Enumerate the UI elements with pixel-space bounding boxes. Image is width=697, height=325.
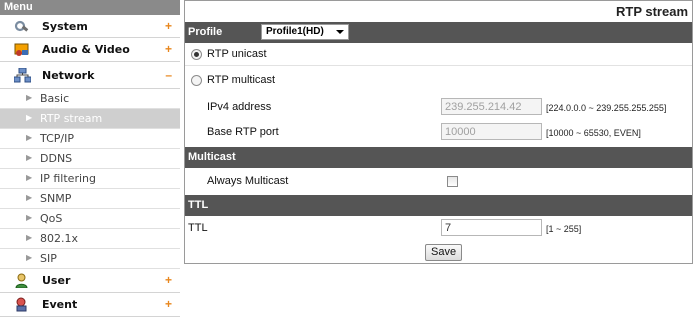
sidebar-category-user[interactable]: User + (0, 269, 180, 293)
audio-video-icon (14, 42, 29, 57)
sidebar-menu: Menu System + Audio & Video + Network – … (0, 0, 180, 325)
sidebar-item-tcp-ip[interactable]: ▶ TCP/IP (0, 129, 180, 149)
sidebar-item-label: 802.1x (40, 232, 79, 245)
sidebar-category-label: Audio & Video (42, 43, 130, 56)
unicast-row: RTP unicast (185, 43, 692, 65)
sidebar-item-label: Basic (40, 92, 70, 105)
sidebar-item-label: TCP/IP (40, 132, 74, 145)
collapse-minus-icon: – (165, 68, 172, 82)
sidebar-category-label: System (42, 20, 88, 33)
sidebar-item-qos[interactable]: ▶ QoS (0, 209, 180, 229)
sidebar-item-label: SIP (40, 252, 57, 265)
rtp-stream-panel: RTP stream Profile Profile1(HD) RTP unic… (184, 0, 693, 264)
ttl-row: TTL [1 ~ 255] (185, 217, 692, 239)
sidebar-item-label: QoS (40, 212, 63, 225)
sidebar-item-8021x[interactable]: ▶ 802.1x (0, 229, 180, 249)
sidebar-item-label: DDNS (40, 152, 73, 165)
sidebar-item-ip-filtering[interactable]: ▶ IP filtering (0, 169, 180, 189)
profile-select-value: Profile1(HD) (266, 26, 324, 37)
menu-header: Menu (0, 0, 180, 15)
expand-plus-icon: + (164, 273, 172, 287)
chevron-right-icon: ▶ (26, 153, 33, 162)
ttl-input[interactable] (441, 219, 542, 236)
multicast-section-header: Multicast (185, 147, 692, 168)
ttl-section-header: TTL (185, 195, 692, 216)
sidebar-item-label: SNMP (40, 192, 72, 205)
save-button[interactable]: Save (425, 244, 463, 261)
expand-plus-icon: + (164, 42, 172, 56)
base-rtp-port-input[interactable] (441, 123, 542, 140)
chevron-right-icon: ▶ (26, 93, 33, 102)
sidebar-item-ddns[interactable]: ▶ DDNS (0, 149, 180, 169)
sidebar-item-snmp[interactable]: ▶ SNMP (0, 189, 180, 209)
ipv4-range-hint: [224.0.0.0 ~ 239.255.255.255] (546, 103, 667, 113)
always-multicast-row: Always Multicast (185, 169, 692, 193)
sidebar-category-network[interactable]: Network – (0, 62, 180, 89)
rtp-multicast-label: RTP multicast (207, 74, 276, 86)
sidebar-item-rtp-stream[interactable]: ▶ RTP stream (0, 109, 180, 129)
system-gear-icon (14, 19, 29, 34)
sidebar-category-audio-video[interactable]: Audio & Video + (0, 38, 180, 62)
chevron-right-icon: ▶ (26, 173, 33, 182)
chevron-right-icon: ▶ (26, 133, 33, 142)
profile-select[interactable]: Profile1(HD) (261, 24, 349, 40)
sidebar-item-label: IP filtering (40, 172, 96, 185)
ttl-range-hint: [1 ~ 255] (546, 224, 582, 234)
sidebar-category-label: Network (42, 69, 95, 82)
chevron-right-icon: ▶ (26, 233, 33, 242)
profile-section-header: Profile Profile1(HD) (185, 22, 692, 43)
rtp-unicast-radio[interactable] (191, 49, 202, 60)
sidebar-item-sip[interactable]: ▶ SIP (0, 249, 180, 269)
ipv4-address-input[interactable] (441, 98, 542, 115)
chevron-right-icon: ▶ (26, 113, 33, 122)
rtp-multicast-radio[interactable] (191, 75, 202, 86)
sidebar-item-label: RTP stream (40, 112, 103, 125)
always-multicast-label: Always Multicast (207, 175, 289, 187)
ipv4-row: IPv4 address [224.0.0.0 ~ 239.255.255.25… (185, 96, 692, 118)
sidebar-category-system[interactable]: System + (0, 15, 180, 38)
profile-label: Profile (188, 26, 223, 38)
divider (185, 65, 692, 66)
always-multicast-checkbox[interactable] (447, 176, 458, 187)
chevron-right-icon: ▶ (26, 193, 33, 202)
user-icon (14, 273, 29, 289)
chevron-right-icon: ▶ (26, 253, 33, 262)
page-title: RTP stream (615, 4, 688, 19)
sidebar-item-basic[interactable]: ▶ Basic (0, 89, 180, 109)
rtp-unicast-label: RTP unicast (207, 48, 267, 60)
ipv4-address-label: IPv4 address (207, 101, 272, 113)
multicast-row: RTP multicast (185, 69, 692, 91)
sidebar-category-event[interactable]: Event + (0, 293, 180, 317)
network-icon (13, 67, 32, 83)
expand-plus-icon: + (164, 19, 172, 33)
expand-plus-icon: + (164, 297, 172, 311)
ttl-label: TTL (188, 222, 208, 234)
base-rtp-port-label: Base RTP port (207, 126, 279, 138)
sidebar-category-label: User (42, 274, 71, 287)
sidebar-category-label: Event (42, 298, 78, 311)
base-port-row: Base RTP port [10000 ~ 65530, EVEN] (185, 121, 692, 143)
base-port-range-hint: [10000 ~ 65530, EVEN] (546, 128, 641, 138)
event-icon (14, 297, 29, 312)
chevron-right-icon: ▶ (26, 213, 33, 222)
dropdown-arrow-icon (336, 30, 344, 34)
